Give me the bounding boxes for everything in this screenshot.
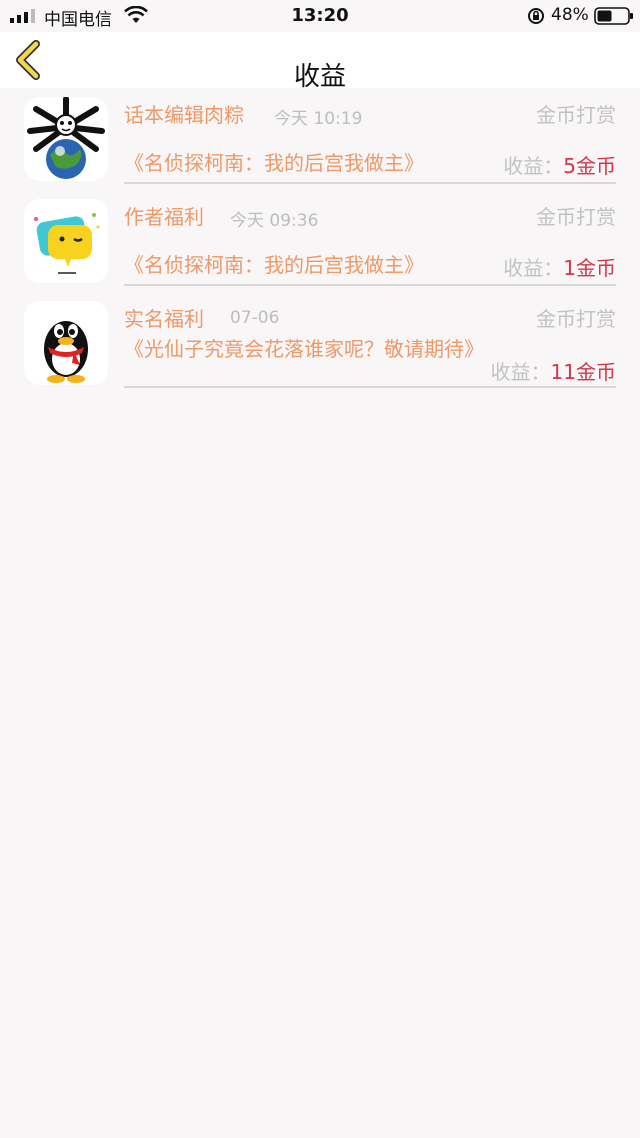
earnings: 收益：5金币 — [503, 150, 616, 179]
divider — [124, 284, 616, 286]
reward-type: 金币打赏 — [536, 103, 616, 127]
book-title: 《名侦探柯南：我的后宫我做主》 — [124, 151, 424, 175]
sender-name: 实名福利 — [124, 307, 204, 331]
sender-name: 话本编辑肉粽 — [124, 103, 244, 127]
list-item[interactable]: 作者福利 今天 09:36 金币打赏 《名侦探柯南：我的后宫我做主》 收益：1金… — [0, 190, 640, 292]
qq-penguin-avatar-icon — [24, 301, 108, 385]
chat-bubble-avatar-icon — [24, 199, 108, 283]
earnings: 收益：1金币 — [503, 252, 616, 281]
book-title: 《名侦探柯南：我的后宫我做主》 — [124, 253, 424, 277]
nav-bar: 收益 — [0, 32, 640, 92]
reward-date: 今天 10:19 — [274, 109, 363, 129]
status-bar: 中国电信 13:20 48% — [0, 0, 640, 32]
avatar[interactable] — [24, 97, 108, 181]
divider — [124, 182, 616, 184]
panda-earth-avatar-icon — [24, 97, 108, 181]
avatar[interactable] — [24, 301, 108, 385]
reward-date: 今天 09:36 — [230, 211, 319, 231]
battery-percent: 48% — [551, 5, 589, 25]
earnings-amount: 1金币 — [563, 256, 616, 280]
battery-icon — [594, 7, 633, 25]
divider — [124, 386, 616, 388]
earnings-amount: 5金币 — [563, 154, 616, 178]
earnings: 收益：11金币 — [491, 356, 616, 385]
earnings-amount: 11金币 — [550, 360, 616, 384]
book-title: 《光仙子究竟会花落谁家呢？敬请期待》 — [124, 337, 484, 361]
avatar[interactable] — [24, 199, 108, 283]
list-item[interactable]: 话本编辑肉粽 今天 10:19 金币打赏 《名侦探柯南：我的后宫我做主》 收益：… — [0, 88, 640, 190]
orientation-lock-icon — [528, 8, 544, 24]
sender-name: 作者福利 — [124, 205, 204, 229]
earnings-label: 收益： — [490, 360, 551, 384]
reward-date: 07-06 — [230, 308, 280, 328]
reward-type: 金币打赏 — [536, 205, 616, 229]
list-item[interactable]: 实名福利 07-06 金币打赏 《光仙子究竟会花落谁家呢？敬请期待》 收益：11… — [0, 292, 640, 394]
earnings-label: 收益： — [503, 256, 564, 280]
earnings-label: 收益： — [503, 154, 564, 178]
earnings-list: 话本编辑肉粽 今天 10:19 金币打赏 《名侦探柯南：我的后宫我做主》 收益：… — [0, 88, 640, 394]
reward-type: 金币打赏 — [536, 307, 616, 331]
